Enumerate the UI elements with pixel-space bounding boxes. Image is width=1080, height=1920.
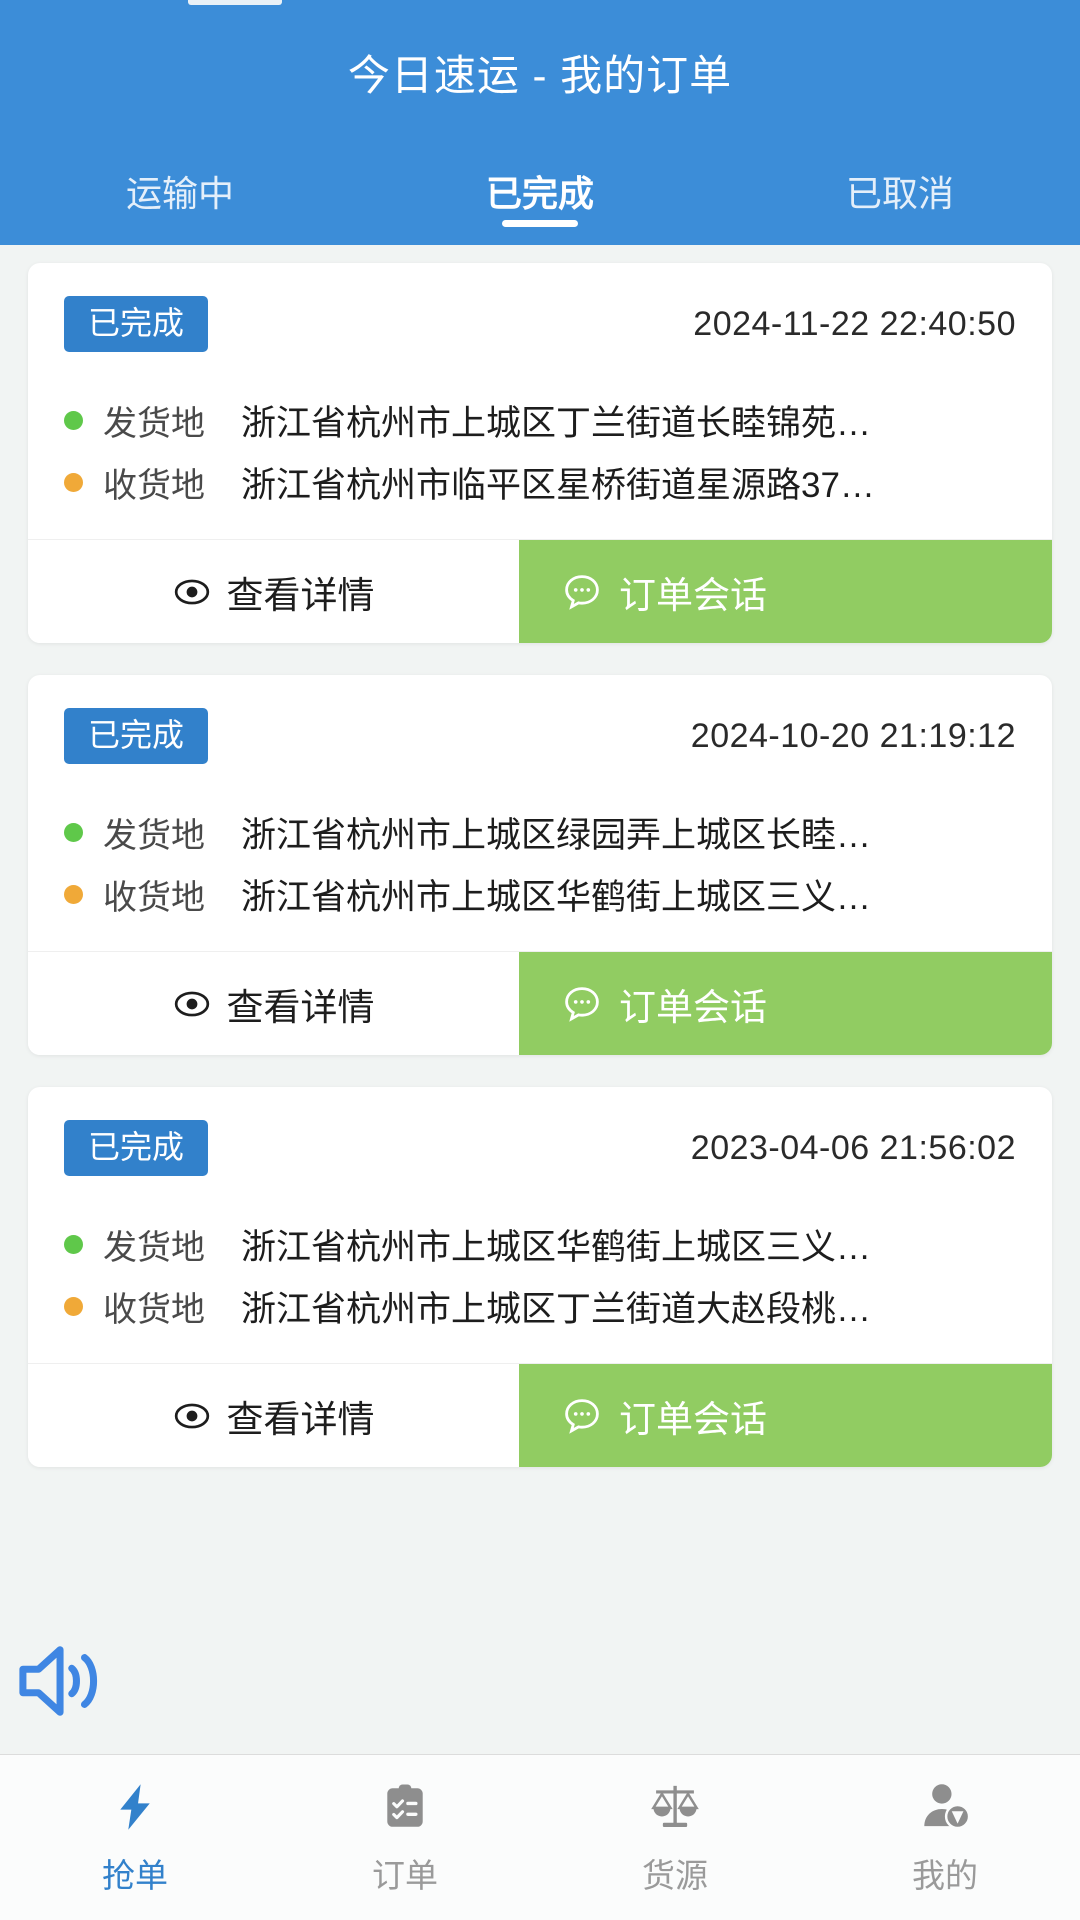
eye-icon bbox=[173, 1397, 211, 1435]
clipboard-checklist-icon bbox=[380, 1779, 430, 1835]
destination-label: 收货地 bbox=[103, 466, 205, 505]
view-detail-button[interactable]: 查看详情 bbox=[28, 1364, 519, 1467]
destination-row: 收货地 浙江省杭州市上城区华鹤街上城区三义… bbox=[64, 863, 1016, 925]
destination-dot-icon bbox=[64, 884, 83, 904]
order-card-body: 已完成 2024-10-20 21:19:12 发货地 浙江省杭州市上城区绿园弄… bbox=[28, 675, 1052, 951]
status-badge: 已完成 bbox=[64, 708, 209, 764]
eye-icon bbox=[173, 985, 211, 1023]
user-verified-icon bbox=[918, 1779, 972, 1835]
nav-label: 订单 bbox=[372, 1856, 438, 1894]
tab-completed[interactable]: 已完成 bbox=[360, 165, 720, 245]
address-block: 发货地 浙江省杭州市上城区绿园弄上城区长睦… 收货地 浙江省杭州市上城区华鹤街上… bbox=[64, 801, 1016, 925]
tab-cancelled[interactable]: 已取消 bbox=[720, 165, 1080, 245]
nav-item-cargo-source[interactable]: 货源 bbox=[540, 1755, 810, 1920]
nav-item-orders[interactable]: 订单 bbox=[270, 1755, 540, 1920]
origin-label: 发货地 bbox=[103, 1228, 205, 1267]
view-detail-button[interactable]: 查看详情 bbox=[28, 952, 519, 1055]
tab-label: 已取消 bbox=[845, 173, 954, 214]
tab-in-transit[interactable]: 运输中 bbox=[0, 165, 360, 245]
nav-label: 货源 bbox=[642, 1856, 708, 1894]
order-card-header: 已完成 2024-10-20 21:19:12 bbox=[64, 705, 1016, 767]
status-badge: 已完成 bbox=[64, 296, 209, 352]
destination-row: 收货地 浙江省杭州市临平区星桥街道星源路37… bbox=[64, 451, 1016, 513]
bottom-navigation: 抢单 订单 货源 我的 bbox=[0, 1754, 1080, 1920]
order-card-body: 已完成 2023-04-06 21:56:02 发货地 浙江省杭州市上城区华鹤街… bbox=[28, 1087, 1052, 1363]
order-list[interactable]: 已完成 2024-11-22 22:40:50 发货地 浙江省杭州市上城区丁兰街… bbox=[0, 245, 1080, 1754]
nav-label: 抢单 bbox=[102, 1856, 168, 1894]
clipped-top-element bbox=[188, 0, 282, 5]
tab-label: 已完成 bbox=[485, 173, 594, 214]
order-timestamp: 2024-10-20 21:19:12 bbox=[690, 716, 1016, 755]
order-card-header: 已完成 2024-11-22 22:40:50 bbox=[64, 293, 1016, 355]
origin-label: 发货地 bbox=[103, 404, 205, 443]
speaker-volume-icon[interactable] bbox=[14, 1638, 110, 1724]
view-detail-button[interactable]: 查看详情 bbox=[28, 540, 519, 643]
order-card[interactable]: 已完成 2024-10-20 21:19:12 发货地 浙江省杭州市上城区绿园弄… bbox=[28, 675, 1052, 1055]
destination-address: 浙江省杭州市上城区华鹤街上城区三义… bbox=[241, 877, 872, 917]
origin-address: 浙江省杭州市上城区华鹤街上城区三义… bbox=[241, 1227, 872, 1267]
view-detail-label: 查看详情 bbox=[226, 574, 375, 616]
origin-address: 浙江省杭州市上城区丁兰街道长睦锦苑… bbox=[241, 403, 872, 443]
order-card[interactable]: 已完成 2024-11-22 22:40:50 发货地 浙江省杭州市上城区丁兰街… bbox=[28, 263, 1052, 643]
origin-label: 发货地 bbox=[103, 816, 205, 855]
status-bar-strip bbox=[0, 0, 1080, 8]
origin-address: 浙江省杭州市上城区绿园弄上城区长睦… bbox=[241, 815, 872, 855]
status-badge: 已完成 bbox=[64, 1120, 209, 1176]
chat-bubble-icon bbox=[561, 983, 603, 1025]
order-chat-button[interactable]: 订单会话 bbox=[519, 1364, 1052, 1467]
order-card[interactable]: 已完成 2023-04-06 21:56:02 发货地 浙江省杭州市上城区华鹤街… bbox=[28, 1087, 1052, 1467]
order-chat-button[interactable]: 订单会话 bbox=[519, 952, 1052, 1055]
order-timestamp: 2023-04-06 21:56:02 bbox=[690, 1128, 1016, 1167]
order-chat-label: 订单会话 bbox=[619, 986, 767, 1028]
destination-address: 浙江省杭州市上城区丁兰街道大赵段桃… bbox=[241, 1289, 872, 1329]
origin-dot-icon bbox=[64, 1234, 83, 1254]
page-title: 今日速运 - 我的订单 bbox=[347, 52, 733, 99]
origin-row: 发货地 浙江省杭州市上城区绿园弄上城区长睦… bbox=[64, 801, 1016, 863]
order-card-actions: 查看详情 订单会话 bbox=[28, 539, 1052, 643]
eye-icon bbox=[173, 573, 211, 611]
destination-dot-icon bbox=[64, 472, 83, 492]
balance-scale-icon bbox=[648, 1779, 702, 1835]
tab-label: 运输中 bbox=[125, 173, 234, 214]
order-timestamp: 2024-11-22 22:40:50 bbox=[693, 304, 1016, 343]
address-block: 发货地 浙江省杭州市上城区华鹤街上城区三义… 收货地 浙江省杭州市上城区丁兰街道… bbox=[64, 1213, 1016, 1337]
order-chat-button[interactable]: 订单会话 bbox=[519, 540, 1052, 643]
origin-dot-icon bbox=[64, 822, 83, 842]
order-chat-label: 订单会话 bbox=[619, 1398, 767, 1440]
address-block: 发货地 浙江省杭州市上城区丁兰街道长睦锦苑… 收货地 浙江省杭州市临平区星桥街道… bbox=[64, 389, 1016, 513]
order-card-actions: 查看详情 订单会话 bbox=[28, 951, 1052, 1055]
app-header: 今日速运 - 我的订单 运输中 已完成 已取消 bbox=[0, 0, 1080, 245]
destination-label: 收货地 bbox=[103, 1290, 205, 1329]
origin-dot-icon bbox=[64, 410, 83, 430]
lightning-bolt-icon bbox=[109, 1779, 161, 1835]
destination-address: 浙江省杭州市临平区星桥街道星源路37… bbox=[241, 465, 875, 505]
nav-item-grab-order[interactable]: 抢单 bbox=[0, 1755, 270, 1920]
chat-bubble-icon bbox=[561, 571, 603, 613]
destination-row: 收货地 浙江省杭州市上城区丁兰街道大赵段桃… bbox=[64, 1275, 1016, 1337]
view-detail-label: 查看详情 bbox=[226, 986, 375, 1028]
tab-bar: 运输中 已完成 已取消 bbox=[0, 165, 1080, 245]
order-card-body: 已完成 2024-11-22 22:40:50 发货地 浙江省杭州市上城区丁兰街… bbox=[28, 263, 1052, 539]
view-detail-label: 查看详情 bbox=[226, 1398, 375, 1440]
order-chat-label: 订单会话 bbox=[619, 574, 767, 616]
order-card-actions: 查看详情 订单会话 bbox=[28, 1363, 1052, 1467]
chat-bubble-icon bbox=[561, 1395, 603, 1437]
tab-active-underline bbox=[502, 220, 578, 227]
origin-row: 发货地 浙江省杭州市上城区华鹤街上城区三义… bbox=[64, 1213, 1016, 1275]
origin-row: 发货地 浙江省杭州市上城区丁兰街道长睦锦苑… bbox=[64, 389, 1016, 451]
nav-label: 我的 bbox=[912, 1856, 978, 1894]
destination-dot-icon bbox=[64, 1296, 83, 1316]
nav-item-mine[interactable]: 我的 bbox=[810, 1755, 1080, 1920]
order-card-header: 已完成 2023-04-06 21:56:02 bbox=[64, 1117, 1016, 1179]
destination-label: 收货地 bbox=[103, 878, 205, 917]
